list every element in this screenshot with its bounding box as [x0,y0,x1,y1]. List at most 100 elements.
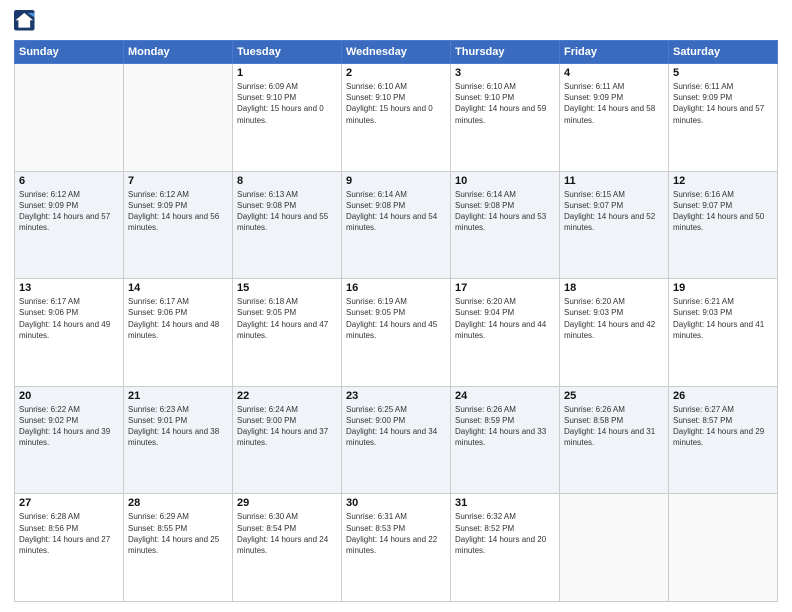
calendar-cell: 6 Sunrise: 6:12 AM Sunset: 9:09 PM Daylig… [15,171,124,279]
weekday-header-sunday: Sunday [15,41,124,64]
day-info: Sunrise: 6:26 AM Sunset: 8:58 PM Dayligh… [564,404,664,449]
calendar-cell: 10Sunrise: 6:14 AM Sunset: 9:08 PM Dayli… [451,171,560,279]
day-number: 7 [128,175,228,187]
calendar-cell: 23 Sunrise: 6:25 AM Sunset: 9:00 PM Dayli… [342,386,451,494]
day-info: Sunrise: 6:26 AM Sunset: 8:59 PM Dayligh… [455,404,555,449]
calendar-body: 1 Sunrise: 6:09 AM Sunset: 9:10 PM Daylig… [15,64,778,602]
calendar-cell: 15 Sunrise: 6:18 AM Sunset: 9:05 PM Dayli… [233,279,342,387]
day-info: Sunrise: 6:09 AM Sunset: 9:10 PM Dayligh… [237,81,337,126]
day-info: Sunrise: 6:16 AM Sunset: 9:07 PM Dayligh… [673,189,773,234]
calendar-cell: 13 Sunrise: 6:17 AM Sunset: 9:06 PM Dayli… [15,279,124,387]
week-row-2: 6 Sunrise: 6:12 AM Sunset: 9:09 PM Daylig… [15,171,778,279]
day-info: Sunrise: 6:13 AM Sunset: 9:08 PM Dayligh… [237,189,337,234]
day-number: 12 [673,175,773,187]
calendar-cell: 20 Sunrise: 6:22 AM Sunset: 9:02 PM Dayli… [15,386,124,494]
calendar-cell: 16 Sunrise: 6:19 AM Sunset: 9:05 PM Dayli… [342,279,451,387]
calendar-cell: 3Sunrise: 6:10 AM Sunset: 9:10 PM Daylig… [451,64,560,172]
day-number: 22 [237,390,337,402]
logo [14,10,40,32]
day-info: Sunrise: 6:28 AM Sunset: 8:56 PM Dayligh… [19,511,119,556]
day-info: Sunrise: 6:18 AM Sunset: 9:05 PM Dayligh… [237,296,337,341]
day-number: 16 [346,282,446,294]
day-info: Sunrise: 6:11 AM Sunset: 9:09 PM Dayligh… [564,81,664,126]
day-number: 2 [346,67,446,79]
calendar-cell: 30Sunrise: 6:31 AM Sunset: 8:53 PM Dayli… [342,494,451,602]
calendar-cell: 17 Sunrise: 6:20 AM Sunset: 9:04 PM Dayli… [451,279,560,387]
day-info: Sunrise: 6:20 AM Sunset: 9:04 PM Dayligh… [455,296,555,341]
day-info: Sunrise: 6:30 AM Sunset: 8:54 PM Dayligh… [237,511,337,556]
weekday-header-row: SundayMondayTuesdayWednesdayThursdayFrid… [15,41,778,64]
calendar-cell: 5Sunrise: 6:11 AM Sunset: 9:09 PM Daylig… [669,64,778,172]
day-info: Sunrise: 6:20 AM Sunset: 9:03 PM Dayligh… [564,296,664,341]
weekday-header-thursday: Thursday [451,41,560,64]
day-number: 21 [128,390,228,402]
day-number: 11 [564,175,664,187]
day-number: 19 [673,282,773,294]
weekday-header-tuesday: Tuesday [233,41,342,64]
calendar-cell: 27 Sunrise: 6:28 AM Sunset: 8:56 PM Dayli… [15,494,124,602]
day-number: 27 [19,497,119,509]
calendar-cell: 28 Sunrise: 6:29 AM Sunset: 8:55 PM Dayli… [124,494,233,602]
calendar-cell: 1 Sunrise: 6:09 AM Sunset: 9:10 PM Daylig… [233,64,342,172]
day-info: Sunrise: 6:12 AM Sunset: 9:09 PM Dayligh… [128,189,228,234]
weekday-header-saturday: Saturday [669,41,778,64]
day-info: Sunrise: 6:24 AM Sunset: 9:00 PM Dayligh… [237,404,337,449]
day-info: Sunrise: 6:19 AM Sunset: 9:05 PM Dayligh… [346,296,446,341]
day-number: 30 [346,497,446,509]
day-number: 1 [237,67,337,79]
day-number: 17 [455,282,555,294]
day-number: 28 [128,497,228,509]
day-number: 6 [19,175,119,187]
calendar-cell: 7 Sunrise: 6:12 AM Sunset: 9:09 PM Daylig… [124,171,233,279]
day-info: Sunrise: 6:27 AM Sunset: 8:57 PM Dayligh… [673,404,773,449]
calendar-cell: 8 Sunrise: 6:13 AM Sunset: 9:08 PM Daylig… [233,171,342,279]
logo-icon [14,10,36,32]
day-info: Sunrise: 6:32 AM Sunset: 8:52 PM Dayligh… [455,511,555,556]
header [14,10,778,32]
calendar-cell: 12 Sunrise: 6:16 AM Sunset: 9:07 PM Dayli… [669,171,778,279]
day-info: Sunrise: 6:17 AM Sunset: 9:06 PM Dayligh… [19,296,119,341]
day-info: Sunrise: 6:11 AM Sunset: 9:09 PM Dayligh… [673,81,773,126]
day-number: 25 [564,390,664,402]
calendar-cell: 4 Sunrise: 6:11 AM Sunset: 9:09 PM Daylig… [560,64,669,172]
day-number: 15 [237,282,337,294]
week-row-5: 27 Sunrise: 6:28 AM Sunset: 8:56 PM Dayli… [15,494,778,602]
calendar-cell [15,64,124,172]
day-info: Sunrise: 6:23 AM Sunset: 9:01 PM Dayligh… [128,404,228,449]
day-info: Sunrise: 6:29 AM Sunset: 8:55 PM Dayligh… [128,511,228,556]
page: SundayMondayTuesdayWednesdayThursdayFrid… [0,0,792,612]
calendar-cell: 26 Sunrise: 6:27 AM Sunset: 8:57 PM Dayli… [669,386,778,494]
day-number: 18 [564,282,664,294]
day-info: Sunrise: 6:15 AM Sunset: 9:07 PM Dayligh… [564,189,664,234]
calendar-cell [560,494,669,602]
day-info: Sunrise: 6:21 AM Sunset: 9:03 PM Dayligh… [673,296,773,341]
day-number: 31 [455,497,555,509]
calendar-cell: 31 Sunrise: 6:32 AM Sunset: 8:52 PM Dayli… [451,494,560,602]
calendar-cell [124,64,233,172]
day-info: Sunrise: 6:25 AM Sunset: 9:00 PM Dayligh… [346,404,446,449]
day-number: 8 [237,175,337,187]
day-info: Sunrise: 6:12 AM Sunset: 9:09 PM Dayligh… [19,189,119,234]
day-number: 10 [455,175,555,187]
day-info: Sunrise: 6:17 AM Sunset: 9:06 PM Dayligh… [128,296,228,341]
day-info: Sunrise: 6:22 AM Sunset: 9:02 PM Dayligh… [19,404,119,449]
week-row-1: 1 Sunrise: 6:09 AM Sunset: 9:10 PM Daylig… [15,64,778,172]
day-number: 3 [455,67,555,79]
weekday-header-wednesday: Wednesday [342,41,451,64]
day-info: Sunrise: 6:14 AM Sunset: 9:08 PM Dayligh… [346,189,446,234]
calendar-cell: 2Sunrise: 6:10 AM Sunset: 9:10 PM Daylig… [342,64,451,172]
day-number: 13 [19,282,119,294]
calendar-cell: 21 Sunrise: 6:23 AM Sunset: 9:01 PM Dayli… [124,386,233,494]
day-number: 4 [564,67,664,79]
day-number: 26 [673,390,773,402]
week-row-4: 20 Sunrise: 6:22 AM Sunset: 9:02 PM Dayli… [15,386,778,494]
day-number: 20 [19,390,119,402]
calendar-cell: 19 Sunrise: 6:21 AM Sunset: 9:03 PM Dayli… [669,279,778,387]
day-number: 9 [346,175,446,187]
day-number: 29 [237,497,337,509]
calendar-cell: 9 Sunrise: 6:14 AM Sunset: 9:08 PM Daylig… [342,171,451,279]
calendar-cell: 11 Sunrise: 6:15 AM Sunset: 9:07 PM Dayli… [560,171,669,279]
calendar-cell: 18 Sunrise: 6:20 AM Sunset: 9:03 PM Dayli… [560,279,669,387]
day-number: 23 [346,390,446,402]
calendar-cell [669,494,778,602]
